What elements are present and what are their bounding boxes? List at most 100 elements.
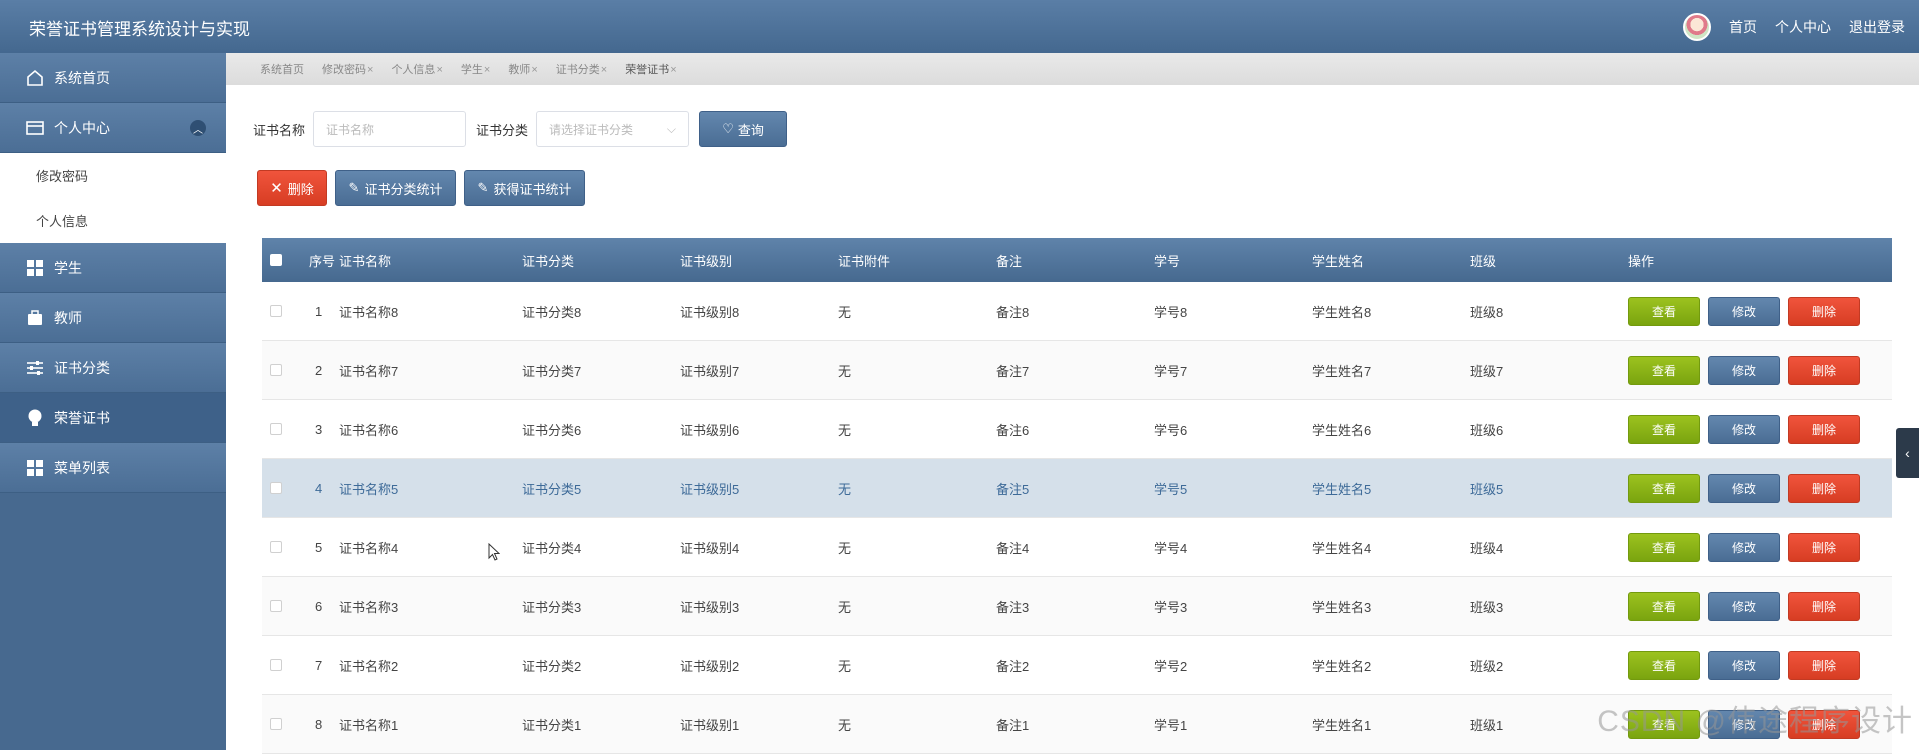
delete-button[interactable]: 删除: [1788, 356, 1860, 385]
sidebar-item-students[interactable]: 学生: [0, 243, 226, 293]
cell-cert-category: 证书分类2: [522, 656, 680, 675]
cell-cert-category: 证书分类3: [522, 597, 680, 616]
edit-button[interactable]: 修改: [1708, 651, 1780, 680]
close-icon[interactable]: ×: [367, 64, 373, 76]
sidebar-item-label: 学生: [54, 258, 82, 278]
cell-remark: 备注5: [996, 479, 1154, 498]
col-header: 证书级别: [680, 251, 838, 270]
cell-cert-level: 证书级别4: [680, 538, 838, 557]
cell-cert-name: 证书名称7: [339, 361, 522, 380]
table-row[interactable]: 7证书名称2证书分类2证书级别2无备注2学号2学生姓名2班级2查看修改删除: [262, 636, 1892, 695]
table-row[interactable]: 3证书名称6证书分类6证书级别6无备注6学号6学生姓名6班级6查看修改删除: [262, 400, 1892, 459]
acquired-stat-button[interactable]: ✎ 获得证书统计: [464, 170, 585, 206]
col-header: 证书名称: [339, 251, 522, 270]
category-stat-button[interactable]: ✎ 证书分类统计: [335, 170, 456, 206]
edit-button[interactable]: 修改: [1708, 297, 1780, 326]
close-icon[interactable]: ×: [531, 64, 537, 76]
close-icon[interactable]: ×: [436, 64, 442, 76]
cell-student-id: 学号3: [1154, 597, 1312, 616]
tab-cert-category[interactable]: 证书分类×: [556, 61, 607, 77]
batch-delete-button[interactable]: ✕ 删除: [257, 170, 327, 206]
table-row[interactable]: 2证书名称7证书分类7证书级别7无备注7学号7学生姓名7班级7查看修改删除: [262, 341, 1892, 400]
delete-button[interactable]: 删除: [1788, 533, 1860, 562]
cert-name-label: 证书名称: [253, 120, 305, 139]
delete-button[interactable]: 删除: [1788, 474, 1860, 503]
collapse-panel-handle[interactable]: ‹: [1896, 428, 1919, 478]
personal-center-link[interactable]: 个人中心: [1775, 17, 1831, 37]
delete-button[interactable]: 删除: [1788, 297, 1860, 326]
avatar[interactable]: [1683, 13, 1711, 41]
row-checkbox[interactable]: [270, 482, 282, 494]
delete-button[interactable]: 删除: [1788, 592, 1860, 621]
view-button[interactable]: 查看: [1628, 474, 1700, 503]
logout-link[interactable]: 退出登录: [1849, 17, 1905, 37]
cell-cert-level: 证书级别8: [680, 302, 838, 321]
sidebar-item-honor-cert[interactable]: 荣誉证书: [0, 393, 226, 443]
sidebar-item-home[interactable]: 系统首页: [0, 53, 226, 103]
wallet-icon: [24, 117, 46, 139]
delete-button[interactable]: 删除: [1788, 651, 1860, 680]
close-icon[interactable]: ×: [601, 64, 607, 76]
cell-remark: 备注7: [996, 361, 1154, 380]
select-all-checkbox[interactable]: [270, 254, 282, 266]
row-checkbox[interactable]: [270, 600, 282, 612]
edit-button[interactable]: 修改: [1708, 415, 1780, 444]
tab-students[interactable]: 学生×: [461, 61, 490, 77]
cert-category-select[interactable]: 请选择证书分类 ⌵: [536, 111, 689, 147]
view-button[interactable]: 查看: [1628, 651, 1700, 680]
tab-bar: 系统首页 修改密码× 个人信息× 学生× 教师× 证书分类× 荣誉证书×: [226, 53, 1919, 85]
cell-cert-category: 证书分类1: [522, 715, 680, 734]
row-checkbox[interactable]: [270, 541, 282, 553]
sidebar-item-teachers[interactable]: 教师: [0, 293, 226, 343]
tab-honor-cert[interactable]: 荣誉证书×: [625, 61, 676, 77]
sidebar-item-label: 教师: [54, 308, 82, 328]
cell-cert-level: 证书级别7: [680, 361, 838, 380]
view-button[interactable]: 查看: [1628, 592, 1700, 621]
chevron-up-icon[interactable]: ︿: [190, 120, 206, 136]
row-checkbox[interactable]: [270, 423, 282, 435]
view-button[interactable]: 查看: [1628, 533, 1700, 562]
cell-remark: 备注2: [996, 656, 1154, 675]
edit-button[interactable]: 修改: [1708, 474, 1780, 503]
sidebar-item-menu-list[interactable]: 菜单列表: [0, 443, 226, 493]
sidebar-item-personal-center[interactable]: 个人中心 ︿: [0, 103, 226, 153]
table-row[interactable]: 6证书名称3证书分类3证书级别3无备注3学号3学生姓名3班级3查看修改删除: [262, 577, 1892, 636]
table-body: 1证书名称8证书分类8证书级别8无备注8学号8学生姓名8班级8查看修改删除2证书…: [262, 282, 1892, 754]
edit-button[interactable]: 修改: [1708, 592, 1780, 621]
cell-cert-attachment: 无: [838, 715, 996, 734]
row-checkbox[interactable]: [270, 659, 282, 671]
cert-category-label: 证书分类: [476, 120, 528, 139]
table-row[interactable]: 5证书名称4证书分类4证书级别4无备注4学号4学生姓名4班级4查看修改删除: [262, 518, 1892, 577]
table-row[interactable]: 4证书名称5证书分类5证书级别5无备注5学号5学生姓名5班级5查看修改删除: [262, 459, 1892, 518]
tab-personal-info[interactable]: 个人信息×: [391, 61, 442, 77]
header-links: 首页 个人中心 退出登录: [1683, 13, 1905, 41]
row-checkbox[interactable]: [270, 718, 282, 730]
sidebar-subitem-personal-info[interactable]: 个人信息: [0, 198, 226, 243]
view-button[interactable]: 查看: [1628, 297, 1700, 326]
tab-change-password[interactable]: 修改密码×: [322, 61, 373, 77]
cell-class: 班级6: [1470, 420, 1628, 439]
query-button[interactable]: ♡ 查询: [699, 111, 787, 147]
table-row[interactable]: 1证书名称8证书分类8证书级别8无备注8学号8学生姓名8班级8查看修改删除: [262, 282, 1892, 341]
tab-teachers[interactable]: 教师×: [508, 61, 537, 77]
col-header: 学生姓名: [1312, 251, 1470, 270]
sidebar-item-cert-category[interactable]: 证书分类: [0, 343, 226, 393]
bulb-icon: [24, 407, 46, 429]
cell-student-id: 学号5: [1154, 479, 1312, 498]
sidebar-subitem-change-password[interactable]: 修改密码: [0, 153, 226, 198]
home-link[interactable]: 首页: [1729, 17, 1757, 37]
view-button[interactable]: 查看: [1628, 415, 1700, 444]
close-icon[interactable]: ×: [484, 64, 490, 76]
close-icon[interactable]: ×: [670, 64, 676, 76]
delete-button[interactable]: 删除: [1788, 415, 1860, 444]
row-checkbox[interactable]: [270, 364, 282, 376]
cert-name-input[interactable]: 证书名称: [313, 111, 466, 147]
view-button[interactable]: 查看: [1628, 356, 1700, 385]
cell-cert-category: 证书分类8: [522, 302, 680, 321]
row-checkbox[interactable]: [270, 305, 282, 317]
cell-cert-category: 证书分类7: [522, 361, 680, 380]
edit-button[interactable]: 修改: [1708, 356, 1780, 385]
edit-button[interactable]: 修改: [1708, 533, 1780, 562]
col-header: 证书分类: [522, 251, 680, 270]
tab-home[interactable]: 系统首页: [260, 61, 304, 77]
